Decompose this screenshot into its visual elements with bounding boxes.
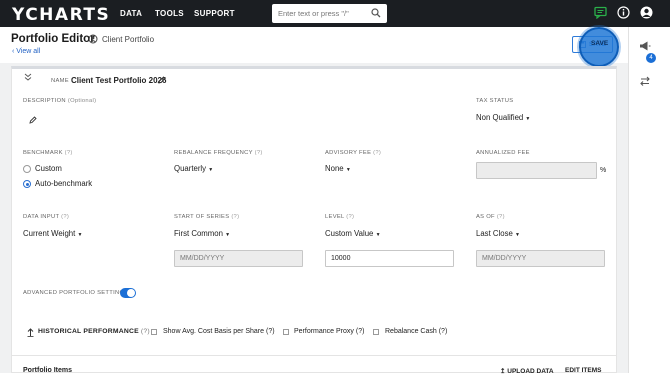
upload-arrow-icon: [27, 328, 34, 337]
info-icon[interactable]: [617, 6, 630, 19]
nav-support[interactable]: SUPPORT: [194, 9, 235, 18]
advisory-fee-select[interactable]: None ▼: [325, 164, 351, 173]
performance-proxy-checkbox[interactable]: [283, 329, 289, 335]
benchmark-auto-radio[interactable]: [23, 180, 31, 188]
chevron-left-icon: ‹: [12, 48, 15, 55]
tax-status-select[interactable]: Non Qualified ▼: [476, 113, 530, 122]
portfolio-settings-card: [11, 66, 617, 356]
announcement-icon[interactable]: [639, 40, 651, 52]
start-date-input[interactable]: MM/DD/YYYY: [174, 250, 303, 267]
save-highlight-cursor: [579, 27, 619, 67]
collapse-icon[interactable]: [24, 73, 32, 81]
edit-name-icon[interactable]: [158, 76, 166, 84]
start-of-series-label: START OF SERIES (?): [174, 214, 240, 220]
swap-icon[interactable]: [639, 75, 651, 87]
nav-data[interactable]: DATA: [120, 9, 142, 18]
as-of-label: AS OF (?): [476, 214, 505, 220]
start-of-series-select[interactable]: First Common ▼: [174, 229, 230, 238]
benchmark-custom-radio[interactable]: [23, 165, 31, 173]
edit-description-icon[interactable]: [29, 116, 37, 124]
advisory-fee-label: ADVISORY FEE (?): [325, 150, 382, 156]
benchmark-auto-label: Auto-benchmark: [35, 179, 93, 188]
as-of-select[interactable]: Last Close ▼: [476, 229, 520, 238]
rebalance-label: REBALANCE FREQUENCY (?): [174, 150, 263, 156]
notification-badge: 4: [646, 53, 656, 63]
view-all-label: View all: [16, 48, 41, 55]
chat-icon[interactable]: [594, 6, 607, 19]
as-of-date-input[interactable]: MM/DD/YYYY: [476, 250, 605, 267]
advanced-settings-toggle[interactable]: [120, 288, 136, 298]
avg-cost-label: Show Avg. Cost Basis per Share (?): [163, 328, 275, 335]
rebalance-select[interactable]: Quarterly ▼: [174, 164, 213, 173]
description-label: DESCRIPTION (Optional): [23, 98, 97, 104]
tax-status-label: TAX STATUS: [476, 98, 514, 104]
view-all-link[interactable]: ‹ View all: [12, 48, 40, 55]
level-value-input[interactable]: 10000: [325, 250, 454, 267]
benchmark-label: BENCHMARK (?): [23, 150, 73, 156]
page-title: Portfolio Editor: [11, 33, 95, 45]
level-select[interactable]: Custom Value ▼: [325, 229, 381, 238]
search-input[interactable]: [278, 9, 368, 18]
data-input-label: DATA INPUT (?): [23, 214, 70, 220]
historical-performance-button[interactable]: HISTORICAL PERFORMANCE (?): [38, 328, 150, 335]
portfolio-type-label: Client Portfolio: [102, 35, 155, 44]
ycharts-logo[interactable]: YCHARTS: [12, 5, 110, 25]
search-icon[interactable]: [371, 8, 381, 18]
rebalance-cash-checkbox[interactable]: [373, 329, 379, 335]
account-icon[interactable]: [640, 6, 653, 19]
benchmark-custom-label: Custom: [35, 164, 62, 173]
data-input-select[interactable]: Current Weight ▼: [23, 229, 82, 238]
search-box: [272, 4, 387, 23]
portfolio-type-icon: [88, 34, 98, 44]
annualized-fee-unit: %: [600, 167, 607, 174]
annualized-fee-input[interactable]: [476, 162, 597, 179]
upload-data-button[interactable]: ↥ UPLOAD DATA: [500, 367, 554, 375]
portfolio-name: Client Test Portfolio 2026: [71, 76, 167, 85]
top-nav-bar: YCHARTS DATA TOOLS SUPPORT: [0, 0, 670, 27]
avg-cost-checkbox[interactable]: [151, 329, 157, 335]
nav-tools[interactable]: TOOLS: [155, 9, 184, 18]
right-sidebar: [628, 27, 670, 373]
name-label: NAME: [51, 78, 69, 84]
performance-proxy-label: Performance Proxy (?): [294, 328, 365, 335]
annualized-fee-label: ANNUALIZED FEE: [476, 150, 530, 156]
advanced-settings-label: ADVANCED PORTFOLIO SETTINGS: [23, 290, 129, 296]
save-highlight-label: SAVE: [591, 40, 609, 47]
rebalance-cash-label: Rebalance Cash (?): [385, 328, 448, 335]
level-label: LEVEL (?): [325, 214, 355, 220]
